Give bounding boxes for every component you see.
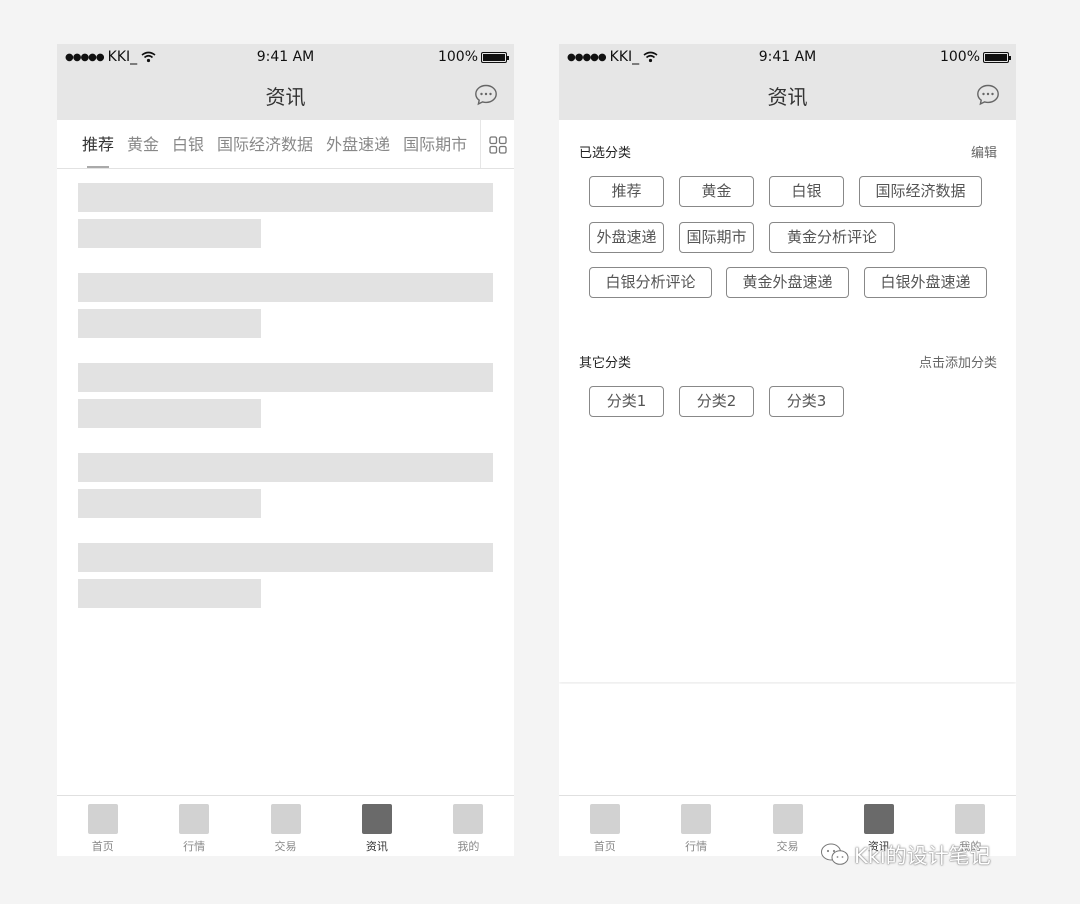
news-item-placeholder[interactable] (78, 273, 493, 338)
phone-screen-category-manager: ●●●●● KKI_ 9:41 AM 100% 资讯 已选分类 编辑 推荐 黄金… (559, 44, 1016, 856)
other-section-header: 其它分类 点击添加分类 (579, 352, 997, 371)
placeholder-line (78, 489, 261, 518)
watermark-text: Kki的设计笔记 (854, 844, 991, 868)
battery-icon (983, 51, 1011, 63)
edit-button[interactable]: 编辑 (971, 142, 997, 161)
battery-percent: 100% (437, 49, 478, 65)
tabbar-label: 交易 (274, 840, 297, 853)
market-icon (179, 804, 210, 834)
home-icon (589, 804, 620, 834)
tabbar-label: 资讯 (365, 840, 388, 853)
selected-chip[interactable]: 白银外盘速递 (864, 267, 987, 298)
placeholder-line (78, 309, 261, 338)
placeholder-line (78, 579, 261, 608)
placeholder-line (78, 453, 493, 482)
placeholder-line (78, 399, 261, 428)
tabbar-label: 我的 (457, 840, 480, 853)
battery-group: 100% (939, 49, 1011, 65)
news-item-placeholder[interactable] (78, 453, 493, 518)
tabbar-label: 行情 (183, 840, 206, 853)
tabbar-item-home[interactable]: 首页 (559, 796, 650, 856)
tab-recommend[interactable]: 推荐 (82, 120, 114, 168)
tabbar-item-news[interactable]: 资讯 (331, 796, 422, 856)
market-icon (681, 804, 712, 834)
category-manage-button[interactable] (480, 120, 514, 168)
tab-silver[interactable]: 白银 (172, 120, 204, 168)
status-bar: ●●●●● KKI_ 9:41 AM 100% (559, 44, 1016, 70)
selected-chip[interactable]: 黄金 (679, 176, 754, 207)
placeholder-line (78, 219, 261, 248)
other-chip[interactable]: 分类2 (679, 386, 754, 417)
battery-group: 100% (437, 49, 509, 65)
news-item-placeholder[interactable] (78, 183, 493, 248)
selected-chip[interactable]: 外盘速递 (589, 222, 664, 253)
page-title: 资讯 (265, 85, 306, 109)
message-icon[interactable] (474, 83, 498, 107)
tabbar-label: 首页 (593, 840, 616, 853)
selected-chip[interactable]: 国际经济数据 (859, 176, 982, 207)
placeholder-line (78, 363, 493, 392)
tab-foreign-market-express[interactable]: 外盘速递 (326, 120, 390, 168)
tabbar-item-mine[interactable]: 我的 (423, 796, 514, 856)
placeholder-line (78, 273, 493, 302)
placeholder-line (78, 183, 493, 212)
news-icon (863, 804, 894, 834)
bottom-tab-bar: 首页 行情 交易 资讯 我的 (57, 795, 514, 856)
selected-section-title: 已选分类 (579, 146, 632, 161)
placeholder-line (78, 543, 493, 572)
tab-intl-futures[interactable]: 国际期市 (403, 120, 467, 168)
tab-intl-economic-data[interactable]: 国际经济数据 (217, 120, 313, 168)
phone-screen-feed: ●●●●● KKI_ 9:41 AM 100% 资讯 推荐 黄金 白银 国际经济数据外… (57, 44, 514, 856)
tabbar-label: 行情 (685, 840, 708, 853)
battery-percent: 100% (939, 49, 980, 65)
tabbar-label: 首页 (91, 840, 114, 853)
grid-icon (489, 136, 507, 154)
nav-bar: 资讯 (57, 70, 514, 120)
watermark: Kki的设计笔记 (820, 840, 991, 870)
home-icon (87, 804, 118, 834)
news-list-placeholder (78, 183, 493, 633)
other-chip[interactable]: 分类1 (589, 386, 664, 417)
category-tab-strip: 推荐 黄金 白银 国际经济数据 外盘速递 国际期市 (57, 120, 514, 169)
status-bar: ●●●●● KKI_ 9:41 AM 100% (57, 44, 514, 70)
other-chip[interactable]: 分类3 (769, 386, 844, 417)
dimmed-content-area (559, 684, 1016, 795)
tabbar-item-home[interactable]: 首页 (57, 796, 148, 856)
category-tabs: 推荐 黄金 白银 国际经济数据 外盘速递 国际期市 (82, 120, 481, 168)
message-icon[interactable] (976, 83, 1000, 107)
news-icon (361, 804, 392, 834)
profile-icon (955, 804, 986, 834)
selected-chip[interactable]: 白银 (769, 176, 844, 207)
selected-chip[interactable]: 白银分析评论 (589, 267, 712, 298)
add-category-link[interactable]: 点击添加分类 (919, 352, 997, 371)
other-section-title: 其它分类 (579, 356, 632, 371)
battery-icon (481, 51, 509, 63)
tabbar-item-market[interactable]: 行情 (650, 796, 741, 856)
tabbar-item-market[interactable]: 行情 (148, 796, 239, 856)
trade-icon (270, 804, 301, 834)
wechat-icon (821, 843, 849, 865)
nav-bar: 资讯 (559, 70, 1016, 120)
selected-chip[interactable]: 黄金分析评论 (769, 222, 895, 253)
news-item-placeholder[interactable] (78, 543, 493, 608)
trade-icon (772, 804, 803, 834)
category-panel: 已选分类 编辑 推荐 黄金 白银 国际经济数据 外盘速递 国际期市 黄金分析评论… (559, 120, 1016, 682)
tab-gold[interactable]: 黄金 (127, 120, 159, 168)
page-title: 资讯 (767, 85, 808, 109)
profile-icon (453, 804, 484, 834)
selected-chip[interactable]: 国际期市 (679, 222, 754, 253)
selected-chip[interactable]: 推荐 (589, 176, 664, 207)
selected-chip[interactable]: 黄金外盘速递 (726, 267, 849, 298)
selected-section-header: 已选分类 编辑 (579, 142, 997, 161)
news-item-placeholder[interactable] (78, 363, 493, 428)
tabbar-item-trade[interactable]: 交易 (240, 796, 331, 856)
